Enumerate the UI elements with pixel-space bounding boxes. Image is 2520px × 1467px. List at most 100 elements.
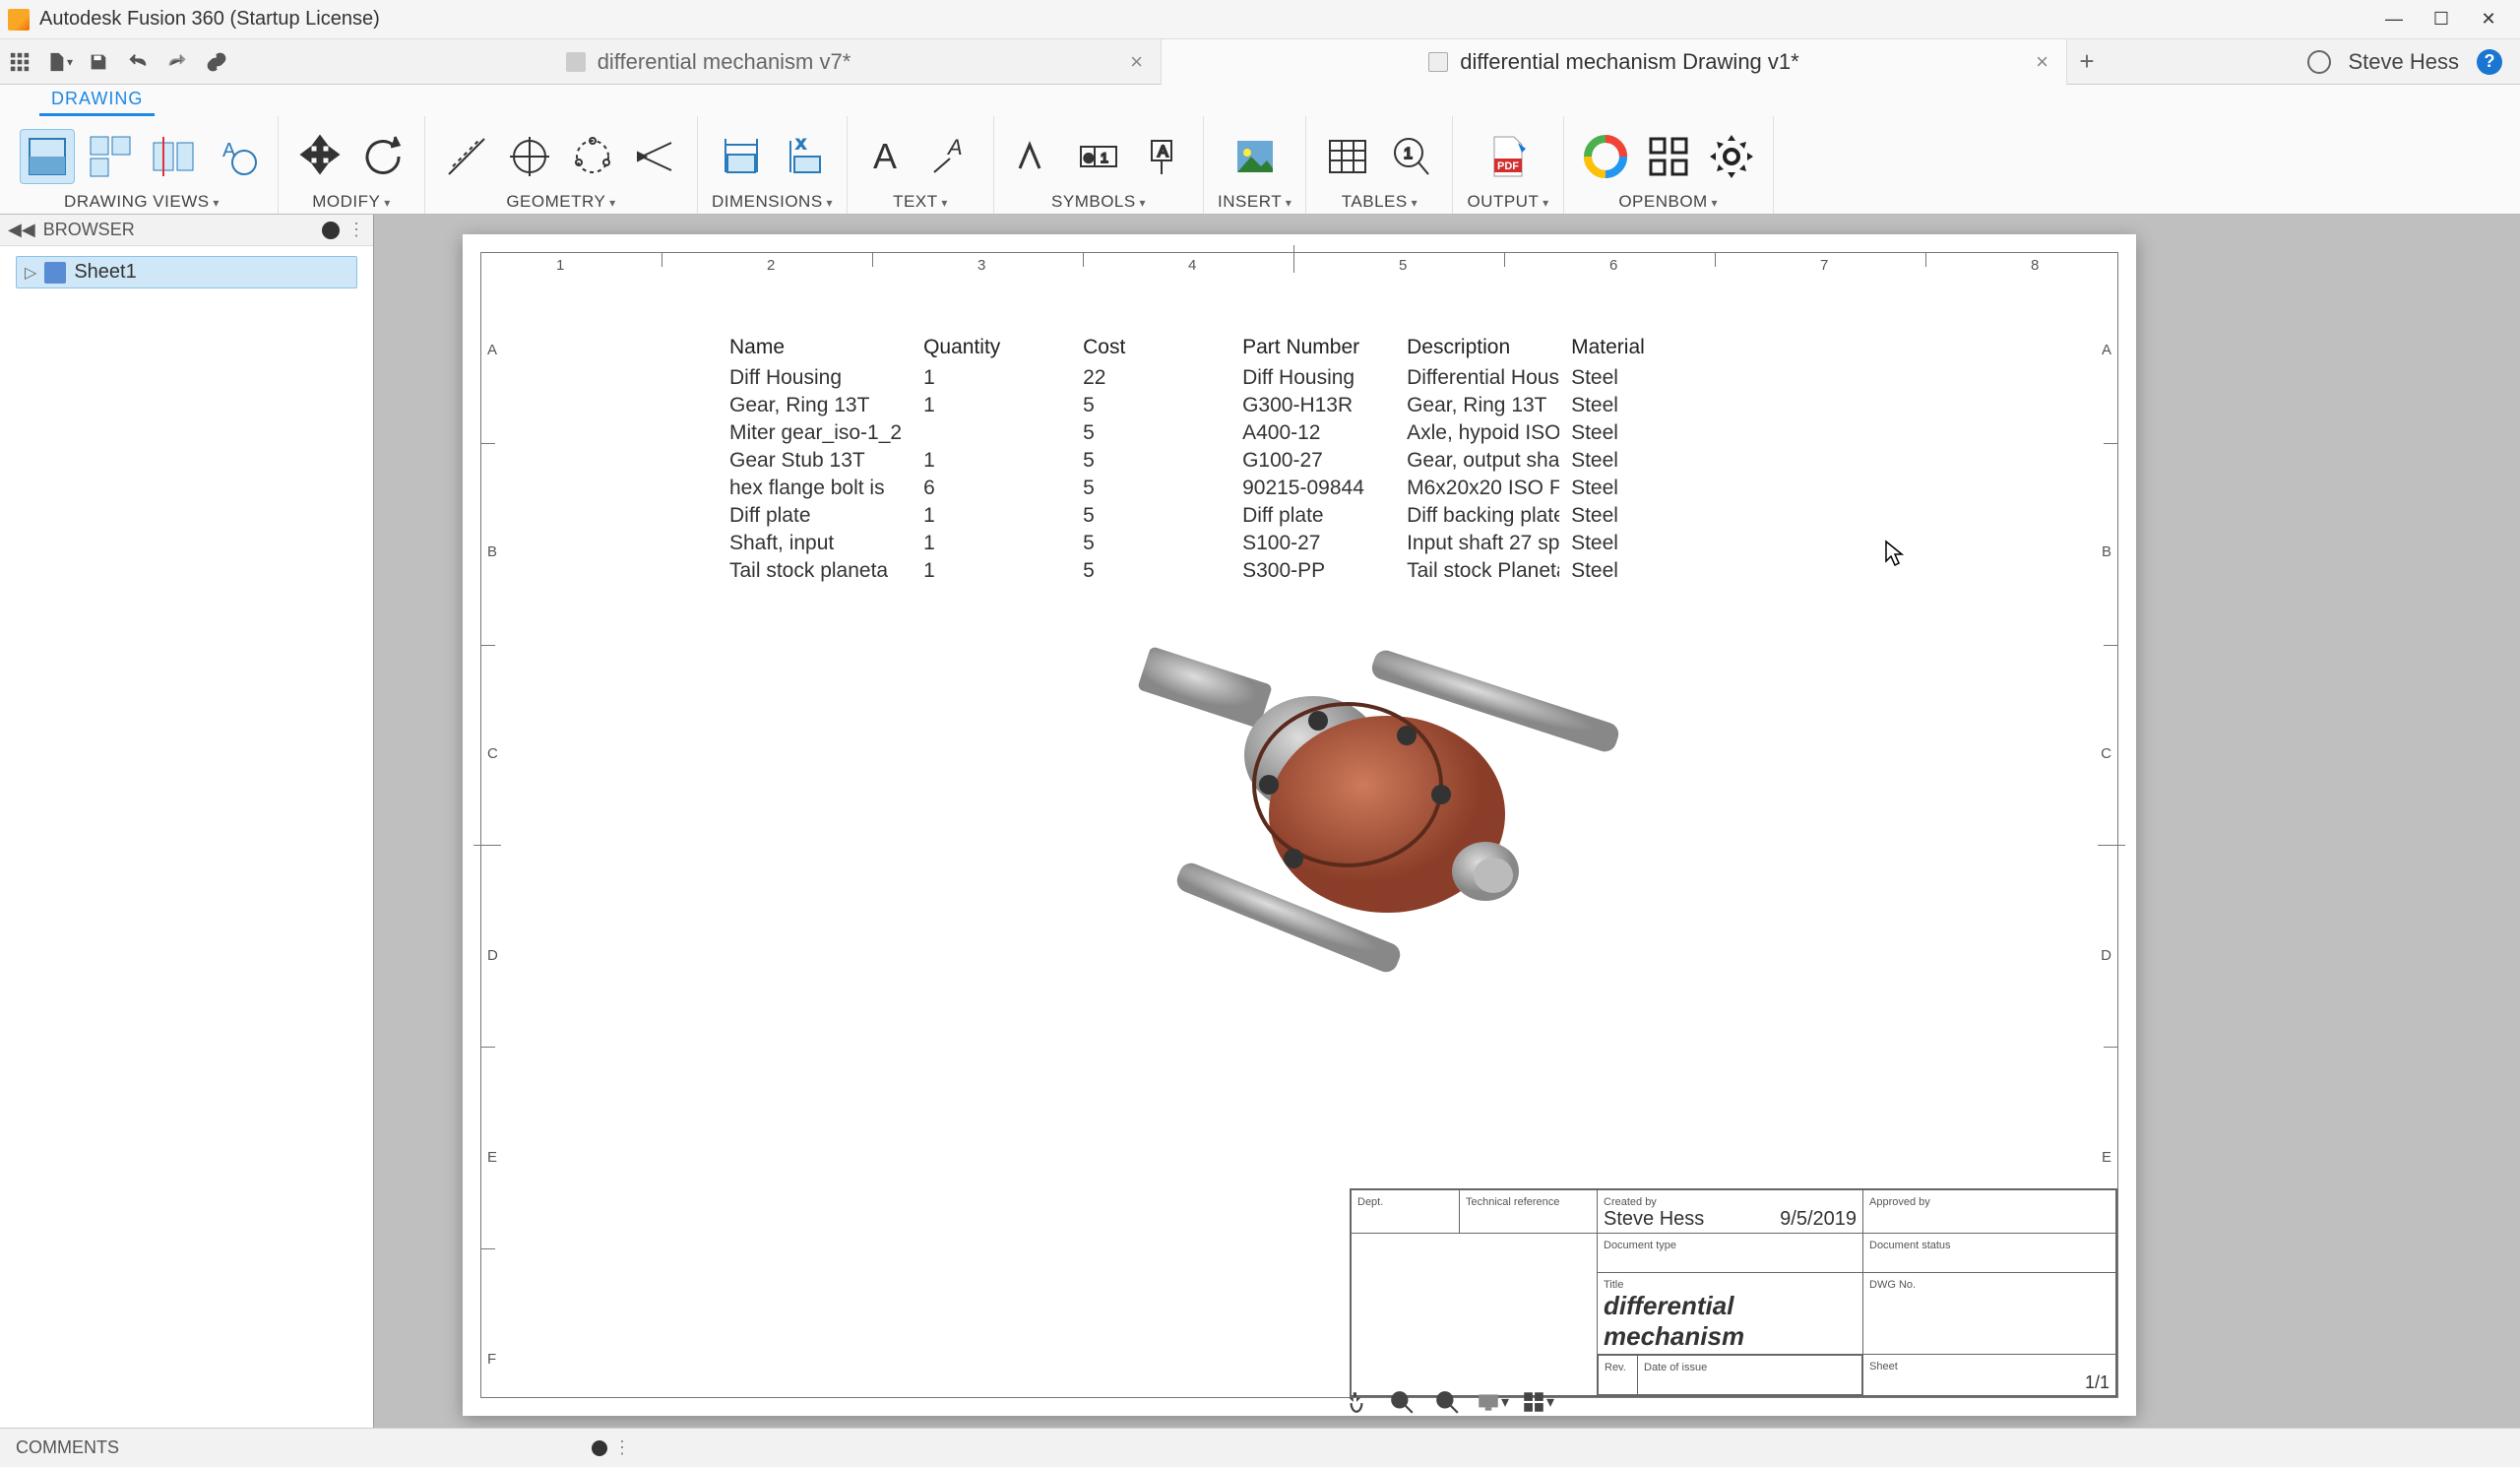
app-logo-icon	[8, 9, 30, 31]
table-button[interactable]	[1320, 129, 1375, 184]
window-close-button[interactable]: ✕	[2465, 0, 2512, 39]
tb-createdby-label: Created by	[1604, 1196, 1657, 1208]
feature-control-button[interactable]: ⊕1	[1071, 129, 1126, 184]
ribbon-group-label[interactable]: TABLES	[1342, 192, 1418, 212]
comments-bar[interactable]: COMMENTS ⋮	[0, 1428, 2520, 1467]
rotate-button[interactable]	[355, 129, 410, 184]
expand-icon[interactable]: ▷	[25, 263, 36, 283]
base-view-button[interactable]	[20, 129, 75, 184]
insert-image-button[interactable]	[1228, 129, 1283, 184]
title-block[interactable]: Dept. Technical reference Created by Ste…	[1350, 1188, 2117, 1397]
openbom-settings-button[interactable]	[1704, 129, 1759, 184]
ribbon-group-label[interactable]: OPENBOM	[1618, 192, 1718, 212]
browser-toggle-icon[interactable]	[322, 222, 340, 239]
window-maximize-button[interactable]: ☐	[2418, 0, 2465, 39]
edge-ext-button[interactable]	[628, 129, 683, 184]
output-pdf-button[interactable]: PDF	[1480, 129, 1536, 184]
document-tab-1[interactable]: differential mechanism Drawing v1* ×	[1162, 39, 2067, 85]
ribbon-group-label[interactable]: DIMENSIONS	[712, 192, 833, 212]
ribbon-group-label[interactable]: INSERT	[1218, 192, 1292, 212]
openbom-bom-button[interactable]	[1641, 129, 1696, 184]
comments-grip-icon[interactable]: ⋮	[613, 1437, 631, 1458]
leader-text-button[interactable]: A	[924, 129, 979, 184]
center-pattern-button[interactable]	[565, 129, 620, 184]
close-icon[interactable]: ×	[1130, 49, 1143, 75]
ruler-v-c-r: C	[2101, 745, 2111, 762]
app-grid-icon[interactable]	[0, 42, 39, 82]
cell-qty: 6	[914, 476, 1071, 501]
cell-cost: 5	[1073, 448, 1230, 474]
job-status-icon[interactable]	[2307, 50, 2331, 74]
user-name[interactable]: Steve Hess	[2349, 49, 2460, 75]
table-row[interactable]: Gear Stub 13T15G100-27Gear, output shafS…	[720, 448, 1655, 474]
title-bar: Autodesk Fusion 360 (Startup License) — …	[0, 0, 2520, 39]
detail-view-button[interactable]: A	[209, 129, 264, 184]
ruler-v-c: C	[487, 745, 498, 762]
comments-toggle-icon[interactable]	[592, 1440, 607, 1456]
text-button[interactable]: A	[861, 129, 916, 184]
layout-grid-button[interactable]: ▾	[1520, 1384, 1555, 1420]
ribbon-group-label[interactable]: OUTPUT	[1467, 192, 1548, 212]
cell-desc: Diff backing plate	[1397, 503, 1559, 529]
close-icon[interactable]: ×	[2036, 49, 2048, 75]
cell-pn: S100-27	[1232, 531, 1395, 556]
new-file-button[interactable]: ▾	[39, 42, 79, 82]
zoom-window-button[interactable]	[1384, 1384, 1419, 1420]
ribbon-group-label[interactable]: GEOMETRY	[506, 192, 615, 212]
table-row[interactable]: hex flange bolt is6590215-09844M6x20x20 …	[720, 476, 1655, 501]
help-icon[interactable]: ?	[2477, 49, 2502, 75]
window-minimize-button[interactable]: —	[2370, 0, 2418, 39]
datum-id-button[interactable]: A	[1134, 129, 1189, 184]
cell-cost: 5	[1073, 393, 1230, 418]
parts-table[interactable]: Name Quantity Cost Part Number Descripti…	[718, 332, 1657, 586]
cell-name: Shaft, input	[720, 531, 912, 556]
table-row[interactable]: Diff Housing122Diff HousingDifferential …	[720, 365, 1655, 391]
svg-text:A: A	[946, 135, 963, 159]
ribbon-mode-label[interactable]: DRAWING	[39, 85, 155, 116]
cell-pn: Diff plate	[1232, 503, 1395, 529]
ribbon-group-label[interactable]: TEXT	[893, 192, 948, 212]
save-button[interactable]	[79, 42, 118, 82]
cell-qty: 1	[914, 503, 1071, 529]
cell-qty: 1	[914, 558, 1071, 584]
redo-button[interactable]	[158, 42, 197, 82]
balloon-button[interactable]: 1	[1383, 129, 1438, 184]
drawing-canvas[interactable]: 1 2 3 4 5 6 7 8 A A B B C C D D E E F	[374, 215, 2520, 1428]
drawing-sheet[interactable]: 1 2 3 4 5 6 7 8 A A B B C C D D E E F	[463, 234, 2136, 1416]
drawing-3d-view[interactable]	[1111, 627, 1643, 991]
browser-header[interactable]: ◀◀ BROWSER ⋮	[0, 215, 373, 246]
zoom-button[interactable]	[1429, 1384, 1465, 1420]
section-view-button[interactable]	[146, 129, 201, 184]
center-mark-button[interactable]	[502, 129, 557, 184]
projected-view-button[interactable]	[83, 129, 138, 184]
ribbon-group-label[interactable]: DRAWING VIEWS	[64, 192, 220, 212]
move-button[interactable]	[292, 129, 347, 184]
new-tab-button[interactable]: +	[2067, 39, 2107, 85]
surface-texture-button[interactable]	[1008, 129, 1063, 184]
display-settings-button[interactable]: ▾	[1475, 1384, 1510, 1420]
navigation-toolbar: ▾ ▾	[1329, 1380, 1565, 1424]
dimension-button[interactable]	[714, 129, 769, 184]
table-row[interactable]: Gear, Ring 13T15G300-H13RGear, Ring 13TS…	[720, 393, 1655, 418]
centerline-button[interactable]	[439, 129, 494, 184]
cell-desc: Axle, hypoid ISO	[1397, 420, 1559, 446]
table-row[interactable]: Tail stock planeta15S300-PPTail stock Pl…	[720, 558, 1655, 584]
ribbon-group-label[interactable]: SYMBOLS	[1051, 192, 1146, 212]
cell-cost: 5	[1073, 558, 1230, 584]
document-tab-0[interactable]: differential mechanism v7* ×	[256, 39, 1162, 85]
browser-grip-icon[interactable]: ⋮	[347, 220, 365, 240]
ribbon-group-label[interactable]: MODIFY	[312, 192, 390, 212]
undo-button[interactable]	[118, 42, 158, 82]
tree-item-sheet1[interactable]: ▷ Sheet1	[16, 256, 357, 288]
table-row[interactable]: Shaft, input15S100-27Input shaft 27 splS…	[720, 531, 1655, 556]
pan-button[interactable]	[1339, 1384, 1374, 1420]
ruler-v-d: D	[487, 947, 498, 964]
table-row[interactable]: Diff plate15Diff plateDiff backing plate…	[720, 503, 1655, 529]
collapse-arrows-icon[interactable]: ◀◀	[8, 220, 35, 240]
cell-mat: Steel	[1561, 476, 1655, 501]
table-row[interactable]: Miter gear_iso-1_25A400-12Axle, hypoid I…	[720, 420, 1655, 446]
openbom-catalog-button[interactable]	[1578, 129, 1633, 184]
ordinate-dim-button[interactable]: X	[777, 129, 832, 184]
cell-qty: 1	[914, 448, 1071, 474]
link-button[interactable]	[197, 42, 236, 82]
